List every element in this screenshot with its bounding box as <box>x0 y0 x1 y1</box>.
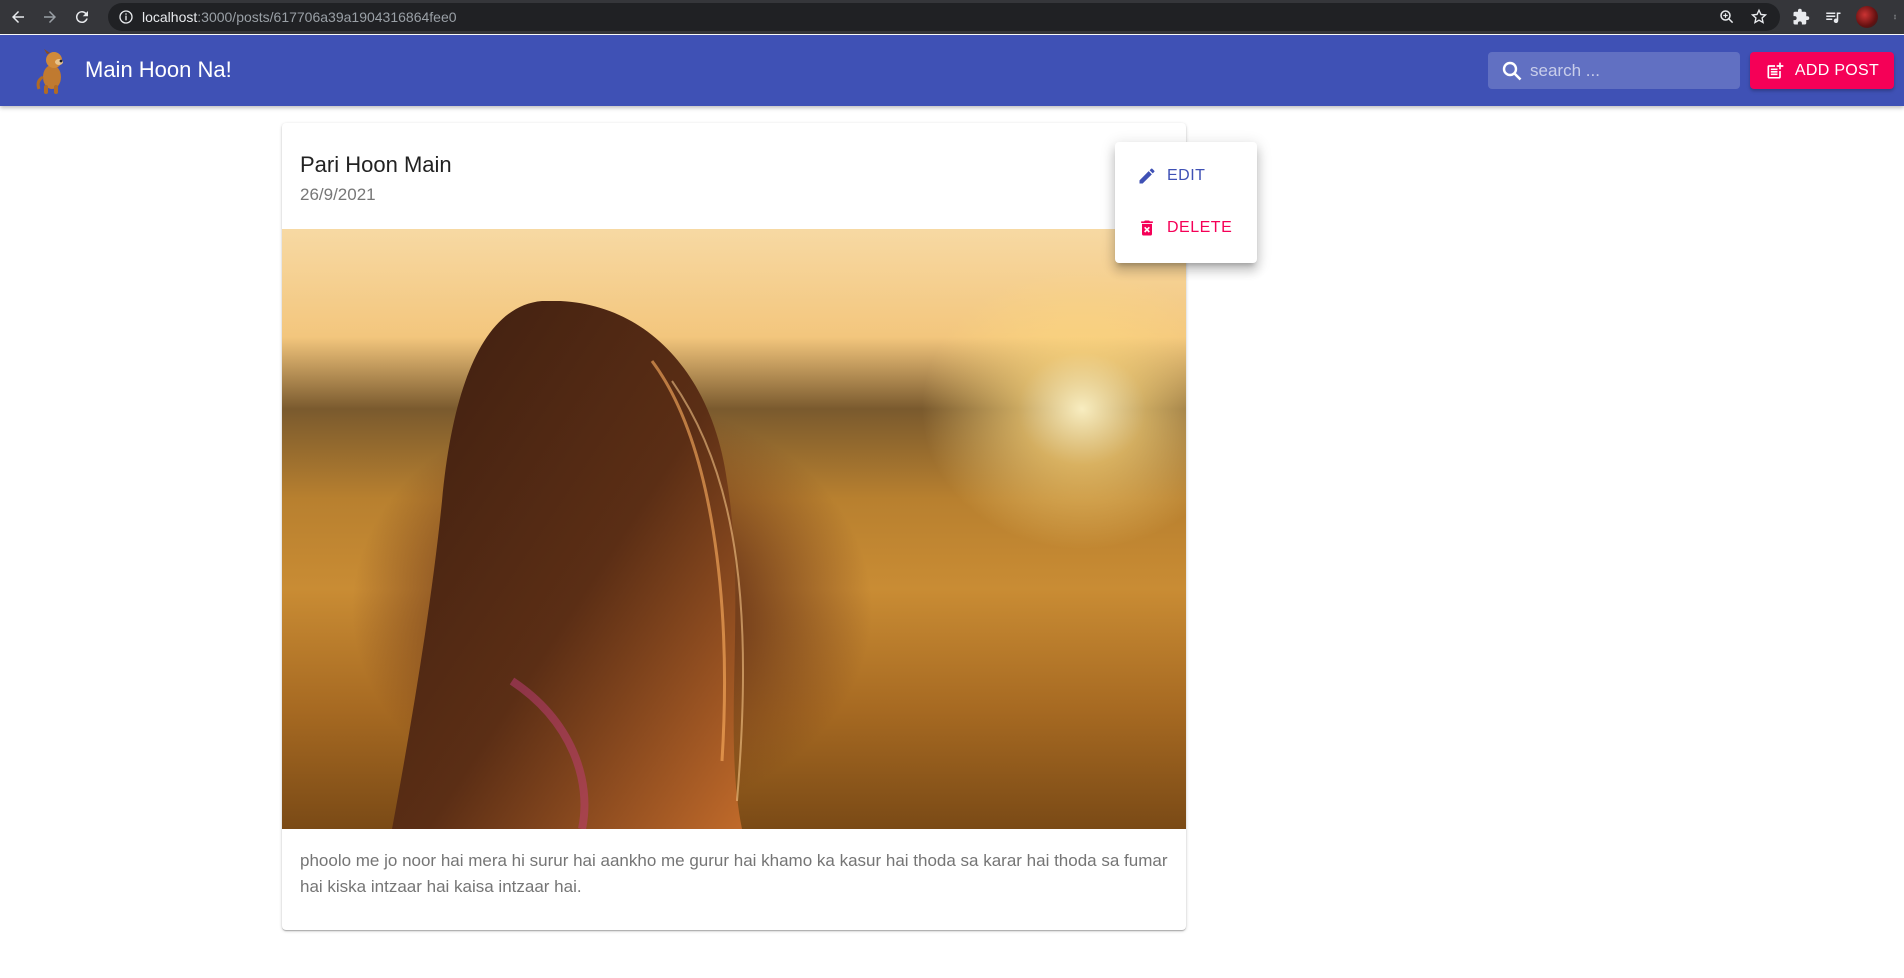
search-input[interactable] <box>1530 60 1730 81</box>
search-icon <box>1502 61 1522 80</box>
delete-label: DELETE <box>1167 219 1233 236</box>
arrow-left-icon <box>12 11 24 23</box>
post-body: phoolo me jo noor hai mera hi surur hai … <box>300 851 1168 896</box>
reload-icon <box>75 11 88 24</box>
add-post-button[interactable]: ADD POST <box>1750 52 1894 89</box>
edit-label: EDIT <box>1167 167 1206 184</box>
pencil-icon <box>1139 168 1155 184</box>
url-path: :3000/posts/617706a39a1904316864fee0 <box>197 9 457 25</box>
app-title[interactable]: Main Hoon Na! <box>85 57 232 83</box>
forward-button[interactable] <box>36 3 64 31</box>
post-card: Pari Hoon Main 26/9/2021 phoolo me jo no… <box>282 123 1186 930</box>
browser-toolbar: localhost:3000/posts/617706a39a190431686… <box>0 0 1904 34</box>
post-date: 26/9/2021 <box>300 185 376 204</box>
post-image <box>282 229 1186 829</box>
back-button[interactable] <box>4 3 32 31</box>
info-icon <box>119 10 133 24</box>
post-image-subject <box>392 301 744 829</box>
zoom-icon[interactable] <box>1718 8 1736 26</box>
arrow-right-icon <box>44 11 56 23</box>
post-options-menu: EDIT DELETE <box>1115 142 1257 263</box>
reload-button[interactable] <box>68 3 96 31</box>
bookmark-star-icon[interactable] <box>1750 8 1768 26</box>
profile-avatar[interactable] <box>1856 6 1878 28</box>
dog-logo-icon[interactable] <box>30 47 72 95</box>
delete-menu-item[interactable]: DELETE <box>1115 202 1257 254</box>
search-box[interactable] <box>1488 52 1740 89</box>
address-bar[interactable]: localhost:3000/posts/617706a39a190431686… <box>108 3 1780 31</box>
edit-menu-item[interactable]: EDIT <box>1115 150 1257 202</box>
app-bar: Main Hoon Na! ADD POST <box>0 35 1904 106</box>
delete-forever-icon <box>1141 220 1153 236</box>
url-host: localhost <box>142 9 198 25</box>
extensions-icon[interactable] <box>1792 8 1810 26</box>
media-queue-icon[interactable] <box>1824 8 1842 26</box>
add-post-label: ADD POST <box>1794 61 1880 79</box>
post-add-icon <box>1767 62 1784 78</box>
post-title: Pari Hoon Main <box>300 152 452 177</box>
more-vertical-icon[interactable] <box>1892 8 1898 26</box>
